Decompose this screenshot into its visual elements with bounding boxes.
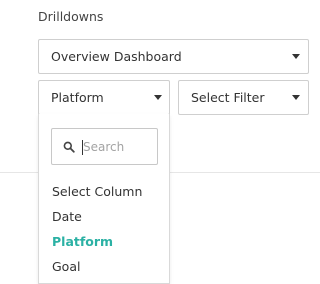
dropdown-option-select-column[interactable]: Select Column <box>52 184 142 199</box>
caret-down-icon <box>292 53 300 59</box>
search-icon <box>63 141 75 153</box>
dashboard-select-value: Overview Dashboard <box>51 49 182 64</box>
dropdown-option-date[interactable]: Date <box>52 209 82 224</box>
dashboard-select[interactable]: Overview Dashboard <box>38 39 309 74</box>
filter-select-value: Select Filter <box>191 90 265 105</box>
dropdown-option-goal[interactable]: Goal <box>52 259 80 274</box>
filter-select[interactable]: Select Filter <box>178 80 309 115</box>
dropdown-search-input[interactable] <box>83 137 153 157</box>
column-dropdown-menu: Select Column Date Platform Goal <box>38 114 170 284</box>
column-select[interactable]: Platform <box>38 80 170 115</box>
column-select-value: Platform <box>51 90 104 105</box>
caret-down-icon <box>154 94 162 100</box>
dropdown-option-platform[interactable]: Platform <box>52 234 113 249</box>
caret-down-icon <box>292 94 300 100</box>
drilldowns-heading: Drilldowns <box>38 9 104 24</box>
dropdown-search-box[interactable] <box>51 128 158 165</box>
